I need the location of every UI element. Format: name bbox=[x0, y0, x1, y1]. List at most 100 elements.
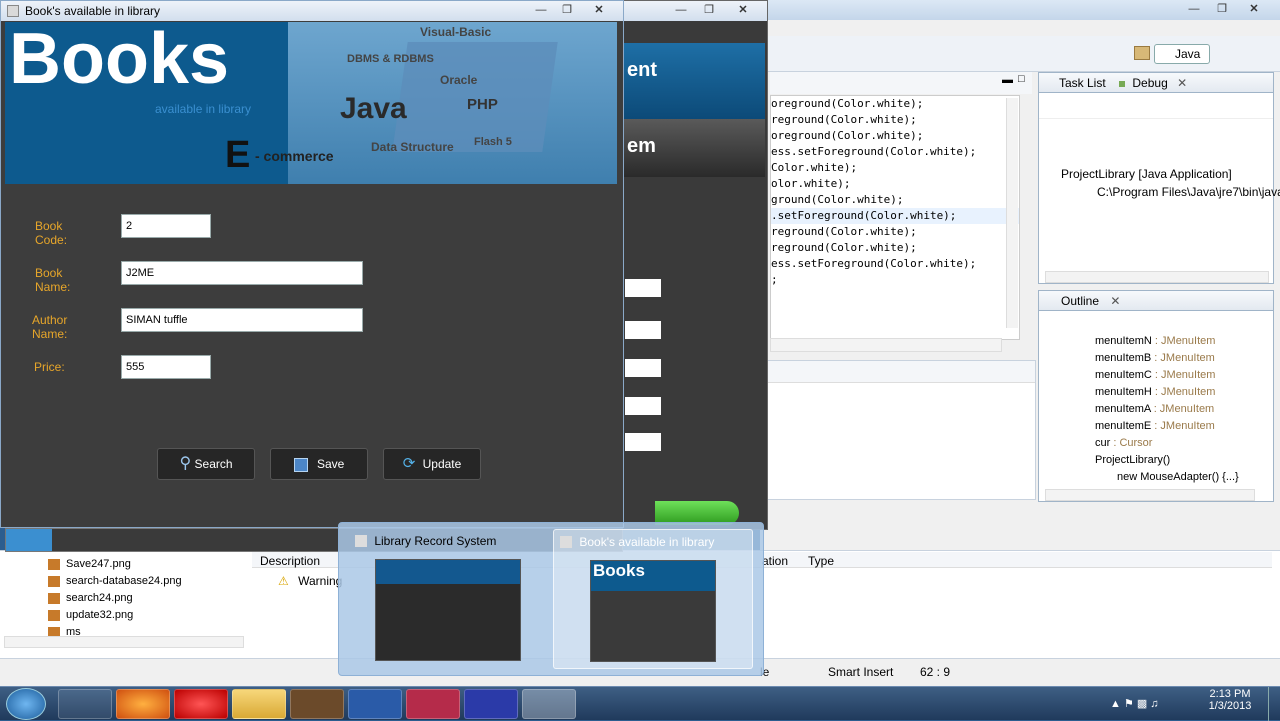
debug-item-app[interactable]: ProjectLibrary [Java Application] bbox=[1061, 167, 1232, 181]
perspective-java-button[interactable]: Java bbox=[1154, 44, 1210, 64]
library-input[interactable] bbox=[625, 279, 661, 297]
outline-item-type: : Cursor bbox=[1110, 437, 1153, 449]
files-hscrollbar[interactable] bbox=[4, 636, 244, 648]
outline-item[interactable]: cur : Cursor bbox=[1095, 435, 1273, 452]
java-ee-icon[interactable] bbox=[290, 689, 344, 719]
taskbar: ▲ ⚑ ▩ ♫ 2:13 PM 1/3/2013 bbox=[0, 686, 1280, 721]
outline-hscrollbar[interactable] bbox=[1045, 489, 1255, 501]
app-icon[interactable] bbox=[464, 689, 518, 719]
file-item[interactable]: update32.png bbox=[48, 607, 244, 624]
access-icon[interactable] bbox=[406, 689, 460, 719]
close-icon[interactable]: ✕ bbox=[1177, 76, 1187, 90]
thumbnail-brand: Books bbox=[591, 561, 715, 591]
clock-time: 2:13 PM bbox=[1209, 688, 1251, 700]
open-perspective-icon[interactable] bbox=[1134, 46, 1150, 60]
code-editor[interactable]: oreground(Color.white); reground(Color.wh… bbox=[770, 95, 1020, 340]
file-item[interactable]: search24.png bbox=[48, 590, 244, 607]
thumbnail-preview: Books bbox=[590, 560, 716, 662]
java-app-icon[interactable] bbox=[522, 689, 576, 719]
outline-item[interactable]: menuItemE : JMenuItem bbox=[1095, 418, 1273, 435]
java-icon bbox=[355, 535, 367, 547]
close-icon[interactable]: ✕ bbox=[589, 3, 609, 17]
warning-row[interactable]: ⚠ Warning bbox=[278, 574, 342, 588]
debug-item-process[interactable]: C:\Program Files\Java\jre7\bin\java bbox=[1097, 185, 1280, 199]
thumbnail-library-record[interactable]: Library Record System bbox=[349, 529, 549, 669]
tab-task-list[interactable]: Task List bbox=[1059, 76, 1106, 90]
taskbar-thumbnails: Library Record System Book's available i… bbox=[338, 522, 764, 676]
maximize-view-icon[interactable]: □ bbox=[1018, 73, 1025, 85]
outline-panel: Outline ✕ menuItemN : JMenuItem menuItemB… bbox=[1038, 290, 1274, 502]
library-input[interactable] bbox=[625, 359, 661, 377]
opera-icon[interactable] bbox=[174, 689, 228, 719]
banner-word: - commerce bbox=[255, 148, 334, 164]
image-file-icon bbox=[48, 593, 60, 604]
banner-word: PHP bbox=[467, 96, 498, 113]
outline-item[interactable]: new MouseAdapter() {...} bbox=[1095, 469, 1273, 486]
tab-outline[interactable]: Outline bbox=[1061, 294, 1099, 308]
debug-hscrollbar[interactable] bbox=[1045, 271, 1269, 283]
internet-explorer-icon[interactable] bbox=[58, 689, 112, 719]
banner-fragment: em bbox=[627, 135, 656, 157]
outline-toolbar bbox=[1039, 311, 1273, 333]
outline-item[interactable]: menuItemN : JMenuItem bbox=[1095, 333, 1273, 350]
code-line: .setForeground(Color.white); bbox=[771, 208, 1019, 224]
eclipse-toolbar: Java bbox=[760, 36, 1280, 72]
console-toolbar bbox=[767, 361, 1035, 383]
field-input[interactable]: 2 bbox=[121, 214, 211, 238]
close-icon[interactable]: ✕ bbox=[733, 3, 753, 17]
minimize-icon[interactable]: — bbox=[531, 3, 551, 17]
clock[interactable]: 2:13 PM 1/3/2013 bbox=[1196, 688, 1264, 712]
minimize-icon[interactable]: — bbox=[671, 3, 691, 17]
explorer-icon[interactable] bbox=[232, 689, 286, 719]
word-icon[interactable] bbox=[348, 689, 402, 719]
save-label: Save bbox=[316, 457, 345, 471]
outline-item-type: : JMenuItem bbox=[1151, 352, 1215, 364]
editor-hscrollbar[interactable] bbox=[770, 338, 1002, 352]
library-input[interactable] bbox=[625, 321, 661, 339]
editor-scrollbar[interactable] bbox=[1006, 98, 1018, 328]
restore-icon[interactable]: ❐ bbox=[699, 3, 719, 17]
close-icon[interactable]: ✕ bbox=[1244, 2, 1264, 16]
start-button[interactable] bbox=[6, 688, 46, 720]
code-line: reground(Color.white); bbox=[771, 225, 917, 238]
update-button[interactable]: ⟳ Update bbox=[383, 448, 481, 480]
save-button[interactable]: Save bbox=[270, 448, 368, 480]
field-label: Price: bbox=[34, 360, 65, 374]
outline-item-name: cur bbox=[1095, 437, 1111, 449]
outline-item-name: menuItemC bbox=[1095, 369, 1152, 381]
field-label: Author Name: bbox=[32, 313, 68, 341]
file-item[interactable]: search-database24.png bbox=[48, 573, 244, 590]
tray-icons[interactable]: ▲ ⚑ ▩ ♫ bbox=[1110, 697, 1159, 710]
outline-item[interactable]: menuItemH : JMenuItem bbox=[1095, 384, 1273, 401]
minimize-view-icon[interactable]: ▬ bbox=[1002, 74, 1013, 86]
outline-item-name: ProjectLibrary() bbox=[1095, 454, 1171, 466]
banner-word: Visual-Basic bbox=[420, 25, 492, 39]
firefox-icon[interactable] bbox=[116, 689, 170, 719]
restore-icon[interactable]: ❐ bbox=[1212, 2, 1232, 16]
column-description[interactable]: Description bbox=[260, 554, 320, 568]
column-location[interactable]: ation bbox=[762, 554, 788, 568]
library-banner: ent bbox=[621, 43, 765, 119]
field-input[interactable]: J2ME bbox=[121, 261, 363, 285]
field-input[interactable]: 555 bbox=[121, 355, 211, 379]
tab-debug[interactable]: Debug bbox=[1132, 76, 1167, 90]
banner-word: Flash 5 bbox=[474, 136, 512, 148]
console-panel bbox=[766, 360, 1036, 500]
outline-item[interactable]: menuItemC : JMenuItem bbox=[1095, 367, 1273, 384]
column-type[interactable]: Type bbox=[808, 554, 834, 568]
library-input[interactable] bbox=[625, 397, 661, 415]
close-icon[interactable]: ✕ bbox=[1110, 294, 1120, 308]
outline-item[interactable]: menuItemB : JMenuItem bbox=[1095, 350, 1273, 367]
outline-item[interactable]: ProjectLibrary() bbox=[1095, 452, 1273, 469]
file-name: Save247.png bbox=[66, 558, 131, 570]
field-input[interactable]: SIMAN tuffle bbox=[121, 308, 363, 332]
search-button[interactable]: ⚲ Search bbox=[157, 448, 255, 480]
restore-icon[interactable]: ❐ bbox=[557, 3, 577, 17]
show-desktop-button[interactable] bbox=[1268, 687, 1280, 721]
file-item[interactable]: Save247.png bbox=[48, 556, 244, 573]
minimize-icon[interactable]: — bbox=[1184, 2, 1204, 16]
debug-icon bbox=[1119, 81, 1126, 87]
library-input[interactable] bbox=[625, 433, 661, 451]
thumbnail-books[interactable]: Book's available in library Books bbox=[553, 529, 753, 669]
outline-item[interactable]: menuItemA : JMenuItem bbox=[1095, 401, 1273, 418]
